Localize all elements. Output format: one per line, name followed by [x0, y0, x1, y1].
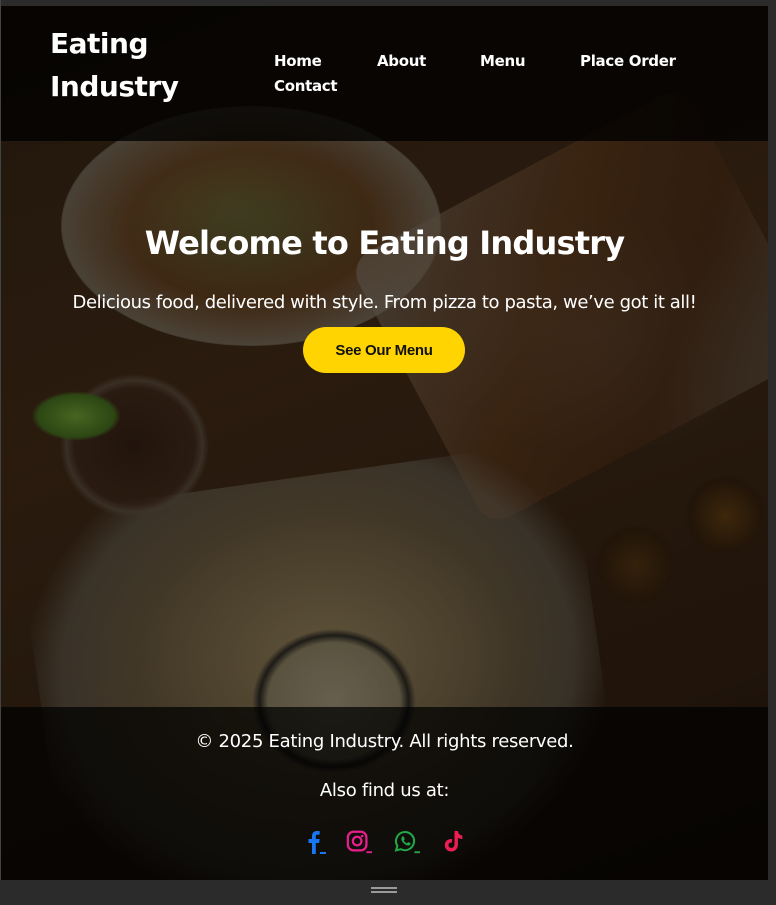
page-viewport: Eating Industry Home About Menu Place Or… [1, 6, 768, 880]
navbar: Eating Industry Home About Menu Place Or… [1, 6, 768, 141]
facebook-icon[interactable] [302, 829, 328, 855]
whatsapp-icon[interactable] [394, 829, 420, 855]
window-frame-right [768, 0, 776, 905]
hero-title: Welcome to Eating Industry [144, 224, 625, 262]
brand-logo[interactable]: Eating Industry [50, 22, 220, 108]
see-menu-button[interactable]: See Our Menu [303, 327, 465, 373]
brand-line-1: Eating [50, 27, 148, 60]
tiktok-icon[interactable] [440, 829, 466, 855]
bottom-resize-bar [0, 880, 776, 905]
nav-link-menu[interactable]: Menu [480, 52, 526, 70]
brand-line-2: Industry [50, 70, 179, 103]
instagram-icon[interactable] [346, 829, 372, 855]
nav-link-home[interactable]: Home [274, 52, 322, 70]
resize-grip-icon[interactable] [371, 887, 397, 893]
footer: © 2025 Eating Industry. All rights reser… [1, 707, 768, 880]
find-us-label: Also find us at: [319, 780, 450, 801]
hero-subtitle: Delicious food, delivered with style. Fr… [72, 292, 697, 313]
nav-link-about[interactable]: About [377, 52, 426, 70]
nav-link-contact[interactable]: Contact [274, 77, 338, 95]
nav-link-place-order[interactable]: Place Order [580, 52, 676, 70]
copyright-text: © 2025 Eating Industry. All rights reser… [195, 731, 574, 752]
